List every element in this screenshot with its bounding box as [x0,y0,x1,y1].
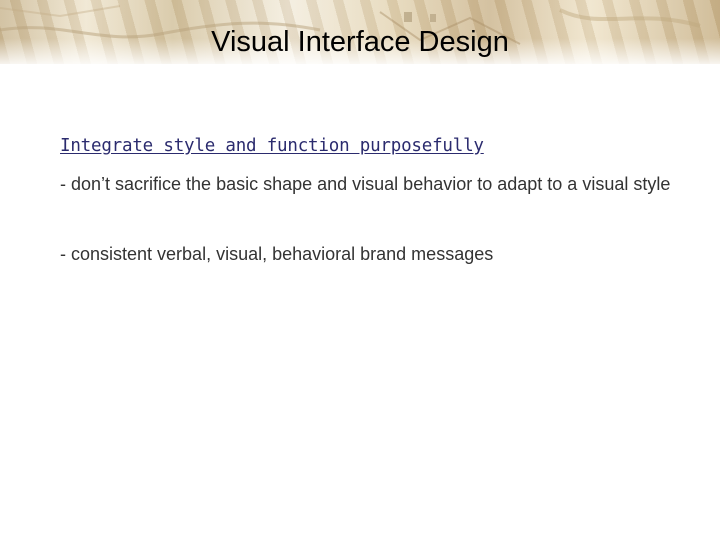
slide: Visual Interface Design Integrate style … [0,0,720,540]
slide-title: Visual Interface Design [211,26,509,58]
slide-subtitle: Integrate style and function purposefull… [60,136,484,156]
bullet-paragraph-brand-messages: - consistent verbal, visual, behavioral … [60,244,494,264]
bullet-paragraph-shape-behavior: - don’t sacrifice the basic shape and vi… [60,174,671,194]
